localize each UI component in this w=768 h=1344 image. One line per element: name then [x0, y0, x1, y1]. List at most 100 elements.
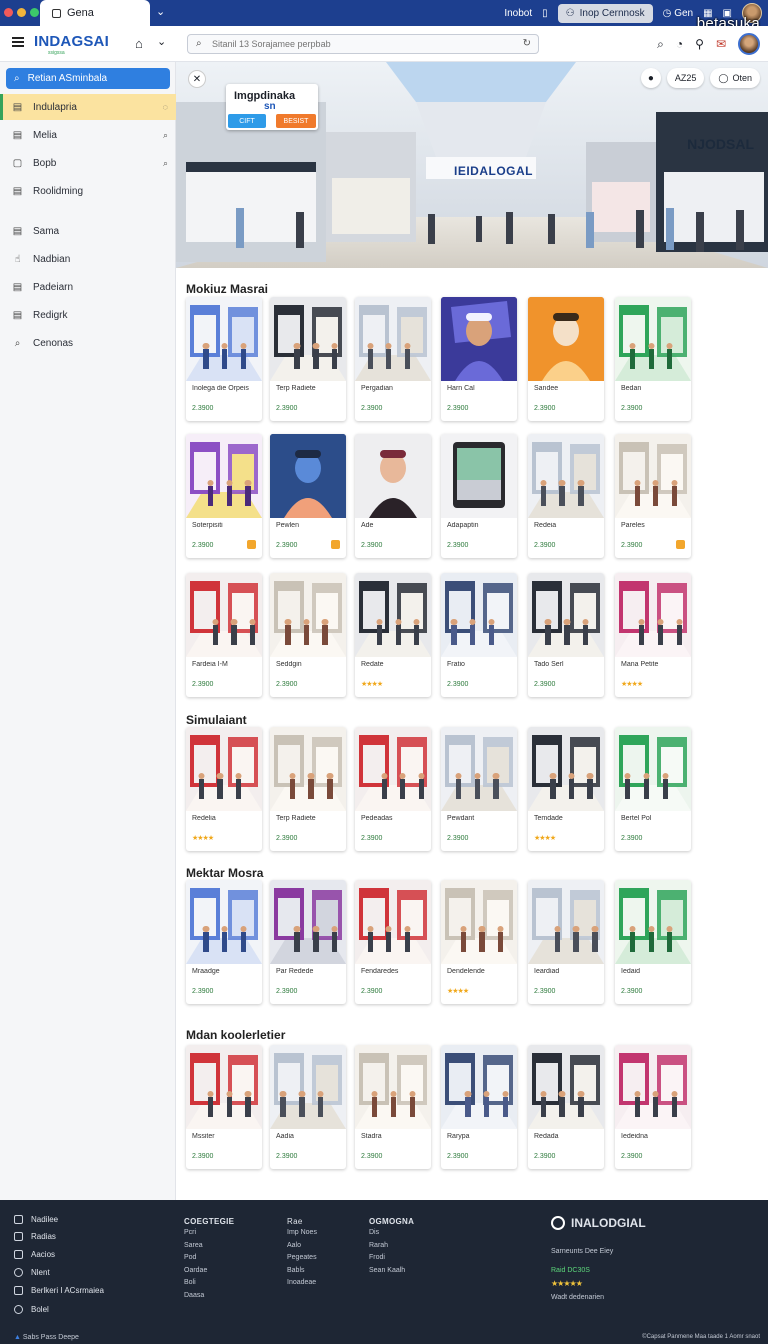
bookmark-icon[interactable]: ▯: [542, 8, 548, 19]
search-icon[interactable]: ⌕: [657, 37, 664, 52]
product-card[interactable]: Stadra 2.3900: [355, 1045, 431, 1169]
app-logo[interactable]: INDAGSAI: [34, 33, 109, 50]
product-card[interactable]: Redada 2.3900: [528, 1045, 604, 1169]
product-card[interactable]: Harn Cal 2.3900: [441, 297, 517, 421]
sidebar-item[interactable]: ▤ Sama: [0, 218, 176, 244]
footer-link[interactable]: Oardae: [184, 1267, 207, 1274]
footer-link[interactable]: Boli: [184, 1279, 196, 1286]
footer-nav-item[interactable]: Radias: [14, 1232, 56, 1241]
refresh-icon[interactable]: ↻: [523, 38, 531, 49]
sidebar-item[interactable]: ▤ Padeiarn: [0, 274, 176, 300]
product-card[interactable]: Adapaptin 2.3900: [441, 434, 517, 558]
product-card[interactable]: Pewlen 2.3900: [270, 434, 346, 558]
product-card[interactable]: Rarypa 2.3900: [441, 1045, 517, 1169]
footer-nav-item[interactable]: Aacios: [14, 1250, 55, 1259]
product-card[interactable]: Ieardiad 2.3900: [528, 880, 604, 1004]
pin-icon[interactable]: ⚲: [695, 37, 704, 51]
footer-link[interactable]: Frodi: [369, 1254, 385, 1261]
hero-banner[interactable]: IEIDALOGAL NJODSAL ✕ Imgpdinaka sn CIFT …: [176, 62, 768, 268]
footer-link[interactable]: Sarea: [184, 1242, 203, 1249]
footer-link[interactable]: Babls: [287, 1267, 305, 1274]
sidebar-item-action-icon[interactable]: ◌: [163, 102, 168, 112]
close-window-icon[interactable]: [4, 8, 13, 17]
minimize-window-icon[interactable]: [17, 8, 26, 17]
product-card[interactable]: Bertel Pol 2.3900: [615, 727, 691, 851]
product-card[interactable]: Sandee 2.3900: [528, 297, 604, 421]
hero-open-pill[interactable]: ◯ Oten: [710, 68, 760, 88]
browser-tab[interactable]: Gena: [40, 0, 150, 26]
user-avatar[interactable]: [738, 33, 760, 55]
window-controls[interactable]: [4, 8, 39, 17]
product-card[interactable]: Aadia 2.3900: [270, 1045, 346, 1169]
product-card[interactable]: Pewdant 2.3900: [441, 727, 517, 851]
footer-link[interactable]: Pcri: [184, 1229, 196, 1236]
footer-link[interactable]: Aalo: [287, 1242, 301, 1249]
product-card[interactable]: Iedeidna 2.3900: [615, 1045, 691, 1169]
product-card[interactable]: Redeia 2.3900: [528, 434, 604, 558]
toolbar-item-gen[interactable]: ◷ Gen: [663, 8, 693, 19]
sidebar-item[interactable]: ▤ Redigrk: [0, 302, 176, 328]
hero-count-pill[interactable]: AZ25: [666, 68, 705, 88]
product-card[interactable]: Mana Petite ★★★★: [615, 573, 691, 697]
product-card[interactable]: Pergadian 2.3900: [355, 297, 431, 421]
sidebar-item-action-icon[interactable]: ⌕: [163, 130, 168, 141]
promo-right-button[interactable]: BESIST: [276, 114, 316, 128]
product-card[interactable]: Fardeia I-M 2.3900: [186, 573, 262, 697]
sidebar-item[interactable]: ▢ Bopb ⌕: [0, 150, 176, 176]
clock-icon[interactable]: ◔: [676, 37, 683, 51]
footer-link[interactable]: Inoadeae: [287, 1279, 316, 1286]
product-card[interactable]: Terp Radiete 2.3900: [270, 727, 346, 851]
product-card[interactable]: Ade 2.3900: [355, 434, 431, 558]
sidebar-item[interactable]: ▤ Melia ⌕: [0, 122, 176, 148]
footer-nav-item[interactable]: Bolel: [14, 1305, 49, 1314]
footer-link[interactable]: Imp Noes: [287, 1229, 317, 1236]
sidebar-item[interactable]: ▤ Roolidming: [0, 178, 176, 204]
product-card[interactable]: Temdade ★★★★: [528, 727, 604, 851]
search-bar[interactable]: ⌕ ↻: [187, 34, 539, 54]
hero-promo-card[interactable]: Imgpdinaka sn CIFT BESIST: [226, 84, 318, 130]
search-input[interactable]: [212, 37, 512, 51]
product-card[interactable]: Inolega die Orpeis 2.3900: [186, 297, 262, 421]
product-card[interactable]: Mssiter 2.3900: [186, 1045, 262, 1169]
footer-link[interactable]: Pod: [184, 1254, 196, 1261]
toolbar-pill[interactable]: ⚇ Inop Cernnosk: [557, 3, 653, 23]
product-card[interactable]: Dendelende ★★★★: [441, 880, 517, 1004]
product-card[interactable]: Seddgin 2.3900: [270, 573, 346, 697]
footer-nav-item[interactable]: Nadilee: [14, 1215, 58, 1224]
footer-link[interactable]: Sean Kaalh: [369, 1267, 405, 1274]
product-card[interactable]: Pareles 2.3900: [615, 434, 691, 558]
footer-brand[interactable]: INALODGIAL: [551, 1216, 646, 1230]
product-card[interactable]: Pedeadas 2.3900: [355, 727, 431, 851]
sidebar-search-button[interactable]: ⌕ Retian ASminbala: [6, 68, 170, 89]
promo-left-button[interactable]: CIFT: [228, 114, 266, 128]
product-card[interactable]: Redate ★★★★: [355, 573, 431, 697]
sidebar-item[interactable]: ▤ Indulapria ◌: [0, 94, 176, 120]
maximize-window-icon[interactable]: [30, 8, 39, 17]
footer-link[interactable]: Dis: [369, 1229, 379, 1236]
product-card[interactable]: Fratio 2.3900: [441, 573, 517, 697]
menu-icon[interactable]: [12, 37, 24, 47]
sidebar-item[interactable]: ☝ Nadbian: [0, 246, 176, 272]
product-card[interactable]: Redelia ★★★★: [186, 727, 262, 851]
sidebar-item[interactable]: ⌕ Cenonas: [0, 330, 176, 356]
product-card[interactable]: Mraadge 2.3900: [186, 880, 262, 1004]
product-card[interactable]: Tado Serl 2.3900: [528, 573, 604, 697]
footer-link[interactable]: Pegeates: [287, 1254, 317, 1261]
product-card[interactable]: Iedaid 2.3900: [615, 880, 691, 1004]
product-card[interactable]: Terp Radiete 2.3900: [270, 297, 346, 421]
toolbar-item-inobot[interactable]: Inobot: [504, 8, 532, 19]
footer-link[interactable]: Rarah: [369, 1242, 388, 1249]
tab-list-chevron-icon[interactable]: ⌄: [156, 5, 165, 18]
product-card[interactable]: Par Redede 2.3900: [270, 880, 346, 1004]
chevron-down-icon[interactable]: ⌄: [157, 35, 166, 48]
close-icon[interactable]: ✕: [188, 70, 206, 88]
product-card[interactable]: Soterpisiti 2.3900: [186, 434, 262, 558]
footer-nav-item[interactable]: Nlent: [14, 1268, 50, 1277]
home-icon[interactable]: ⌂: [135, 36, 143, 51]
product-card[interactable]: Fendaredes 2.3900: [355, 880, 431, 1004]
product-card[interactable]: Bedan 2.3900: [615, 297, 691, 421]
footer-nav-item[interactable]: Berlkeri I ACsrmaiea: [14, 1286, 104, 1295]
flame-icon[interactable]: ●: [640, 68, 661, 88]
mail-icon[interactable]: ✉: [716, 37, 726, 51]
sidebar-item-action-icon[interactable]: ⌕: [163, 158, 168, 169]
